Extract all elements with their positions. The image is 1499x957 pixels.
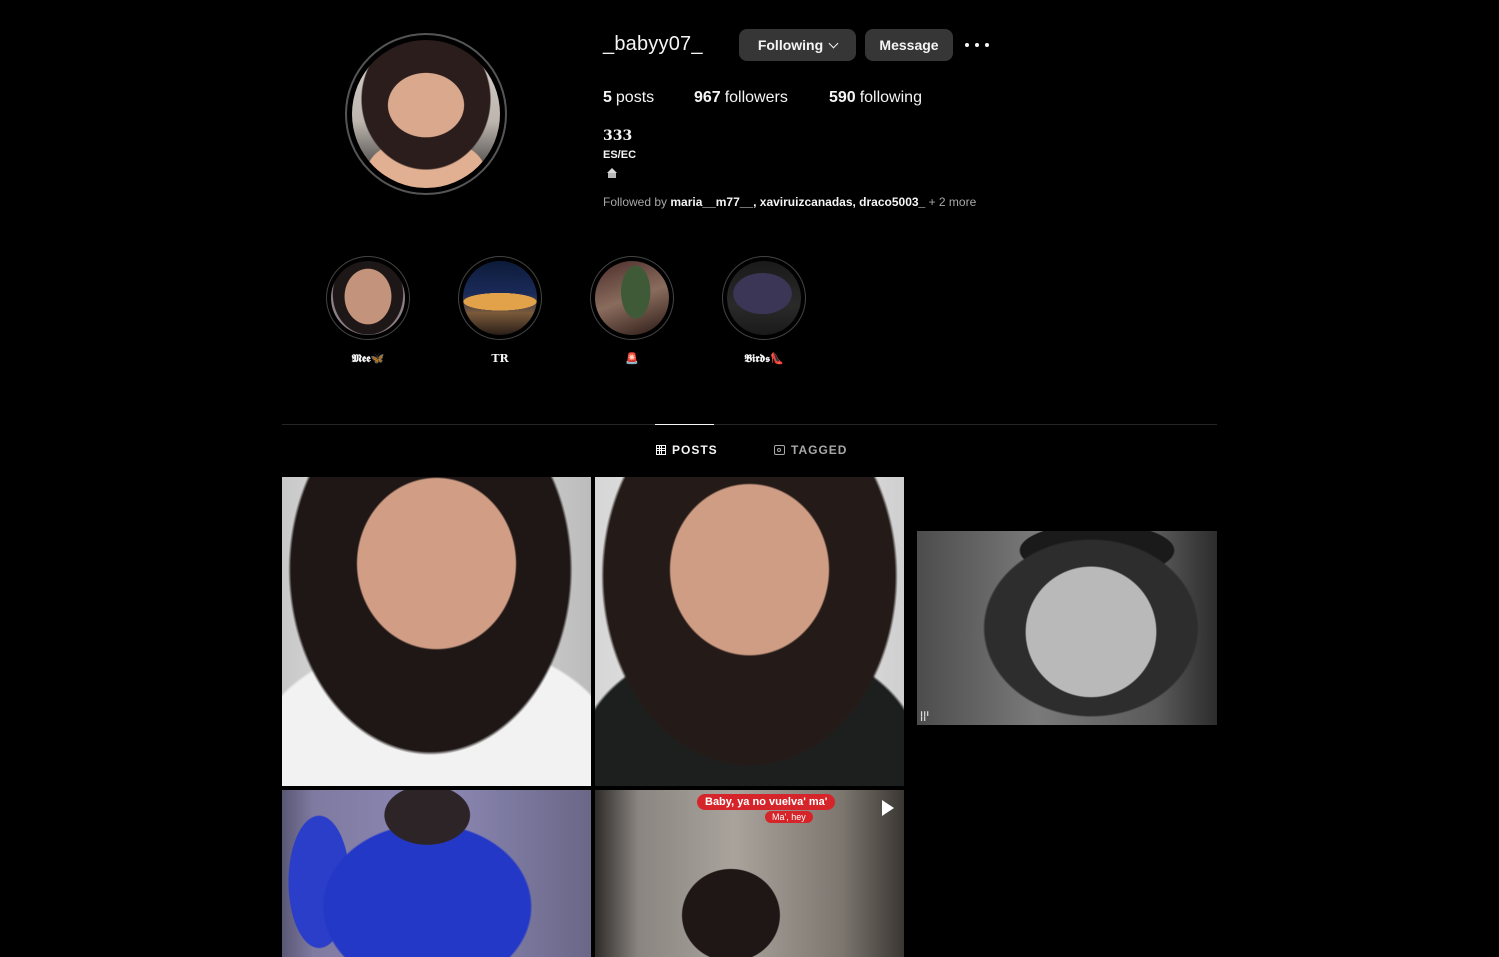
followed-by-more: + 2 more xyxy=(928,195,977,209)
post-4[interactable] xyxy=(282,790,591,957)
message-button[interactable]: Message xyxy=(865,29,953,61)
highlight-2[interactable]: TR xyxy=(458,256,542,365)
highlight-label: 𝕭𝖎𝖗𝖉𝖘👠 xyxy=(744,352,784,365)
highlight-4[interactable]: 𝕭𝖎𝖗𝖉𝖘👠 xyxy=(722,256,806,366)
followed-by-users: maria__m77__, xaviruizcanadas, draco5003… xyxy=(670,195,926,209)
posts-count: 5 posts xyxy=(603,89,654,107)
reel-play-icon xyxy=(882,800,894,816)
post-2[interactable] xyxy=(595,477,904,786)
bio-line: ES/EC xyxy=(603,149,637,161)
bio-emoji-icon xyxy=(607,168,617,178)
followed-by-prefix: Followed by xyxy=(603,195,668,209)
tabs-divider xyxy=(282,424,1217,425)
highlight-label: 𝕸𝖊𝖊🦋 xyxy=(351,352,385,365)
post-1[interactable] xyxy=(282,477,591,786)
highlight-cover xyxy=(463,261,537,335)
post-3[interactable]: ▍▍▍ ▍▍ xyxy=(917,531,1217,725)
followers-count-label: followers xyxy=(724,89,788,106)
highlight-label: TR xyxy=(491,352,509,365)
message-button-label: Message xyxy=(879,37,939,53)
post-5-caption-line1: Baby, ya no vuelva' ma' xyxy=(697,794,836,810)
tab-posts[interactable]: POSTS xyxy=(656,443,718,457)
highlight-3[interactable]: 🚨 xyxy=(590,256,674,365)
profile-avatar[interactable] xyxy=(345,33,507,195)
following-link[interactable]: 590 following xyxy=(829,89,922,107)
post-5-reel[interactable]: Baby, ya no vuelva' ma' Ma', hey xyxy=(595,790,904,957)
following-count-value: 590 xyxy=(829,89,856,106)
followed-by[interactable]: Followed by maria__m77__, xaviruizcanada… xyxy=(603,195,976,209)
tab-tagged-label: TAGGED xyxy=(791,443,848,457)
active-tab-indicator xyxy=(655,424,714,425)
tag-icon xyxy=(774,445,785,455)
posts-count-value: 5 xyxy=(603,89,612,106)
followers-count-value: 967 xyxy=(694,89,721,106)
chevron-down-icon xyxy=(828,38,839,48)
highlight-cover xyxy=(727,261,801,335)
following-button-label: Following xyxy=(757,37,824,53)
post-3-caption: ▍▍▍ ▍▍ xyxy=(921,711,931,721)
following-button[interactable]: Following xyxy=(739,29,856,61)
tab-posts-label: POSTS xyxy=(672,443,718,457)
highlight-cover xyxy=(595,261,669,335)
highlight-label: 🚨 xyxy=(625,352,639,365)
avatar-image xyxy=(352,40,500,188)
highlight-1[interactable]: 𝕸𝖊𝖊🦋 xyxy=(326,256,410,366)
bio-name: 333 xyxy=(603,128,633,144)
more-options-icon[interactable] xyxy=(965,37,989,53)
posts-count-label: posts xyxy=(615,89,655,106)
following-count-label: following xyxy=(859,89,922,106)
grid-icon xyxy=(656,445,666,455)
followers-link[interactable]: 967 followers xyxy=(694,89,788,107)
tab-tagged[interactable]: TAGGED xyxy=(774,443,847,457)
highlight-cover xyxy=(331,261,405,335)
post-5-caption-line2: Ma', hey xyxy=(765,811,813,823)
profile-username: _babyy07_ xyxy=(603,33,703,55)
